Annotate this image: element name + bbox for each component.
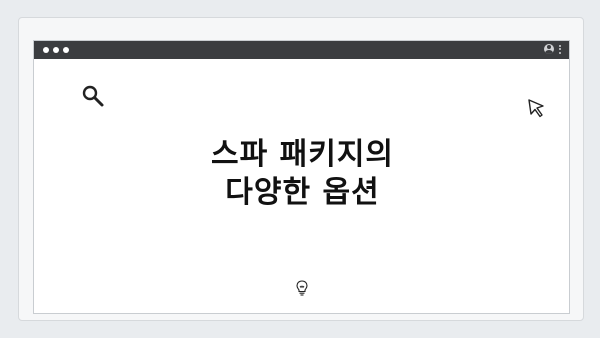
minimize-dot[interactable] [53, 47, 59, 53]
title-line-1: 스파 패키지의 [210, 137, 395, 172]
search-icon [82, 85, 104, 107]
lightbulb-icon [296, 280, 308, 296]
window-titlebar [34, 41, 569, 59]
window-controls [43, 47, 69, 53]
user-circle-icon[interactable] [544, 44, 554, 54]
browser-window: 스파 패키지의 다양한 옵션 [33, 40, 570, 314]
page-title: 스파 패키지의 다양한 옵션 [34, 136, 571, 212]
title-line-2: 다양한 옵션 [225, 175, 380, 210]
close-dot[interactable] [43, 47, 49, 53]
cursor-arrow-icon [528, 99, 544, 118]
kebab-menu-icon[interactable] [559, 44, 561, 54]
maximize-dot[interactable] [63, 47, 69, 53]
titlebar-actions [544, 44, 561, 54]
